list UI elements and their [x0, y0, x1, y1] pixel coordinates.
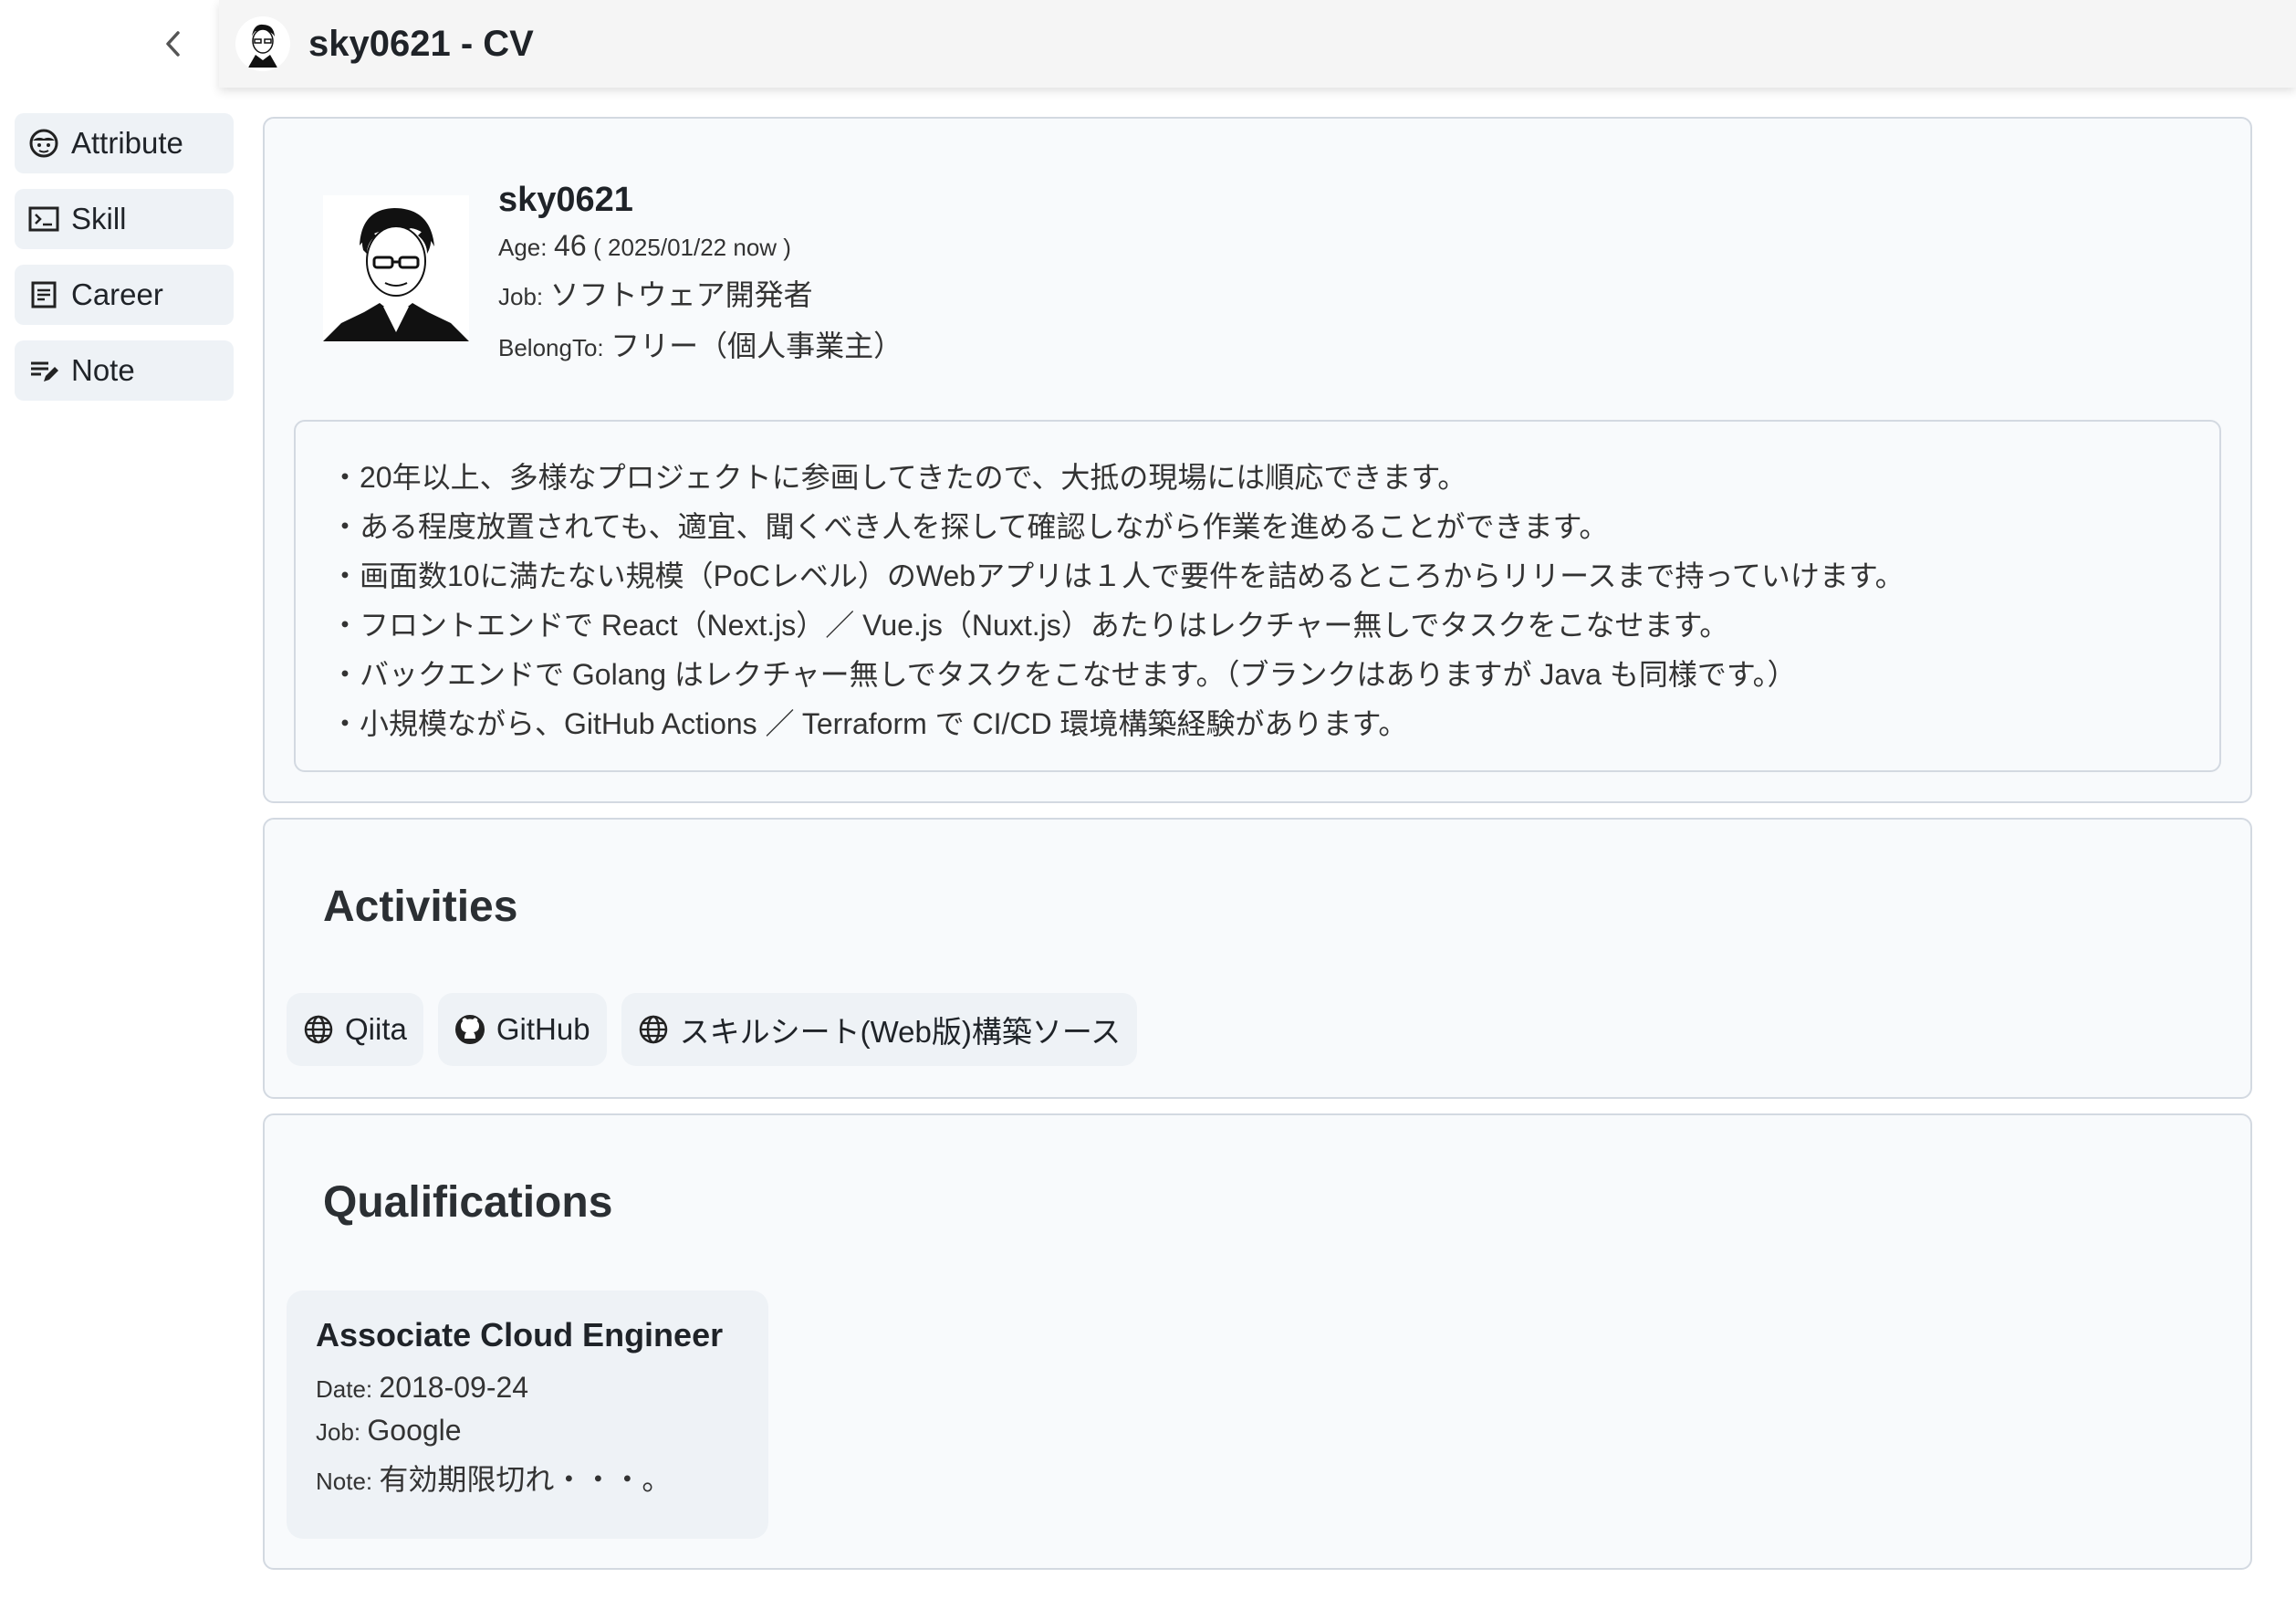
sidebar-item-label: Career: [71, 277, 163, 311]
qualification-note: Note: 有効期限切れ・・・。: [316, 1457, 739, 1499]
summary-box: ・20年以上、多様なプロジェクトに参画してきたので、大抵の現場には順応できます。…: [294, 420, 2221, 772]
link-label: Qiita: [345, 1012, 407, 1046]
summary-line: ・20年以上、多様なプロジェクトに参画してきたので、大抵の現場には順応できます。: [330, 461, 1467, 494]
activities-title: Activities: [323, 883, 518, 931]
sidebar-nav: Attribute Skill Career Note: [15, 113, 234, 416]
belong-value: フリー（個人事業主）: [611, 329, 903, 362]
profile-info: sky0621 Age: 46 ( 2025/01/22 now ) Job: …: [498, 181, 903, 374]
terminal-icon: [27, 203, 60, 235]
globe-icon: [638, 1013, 671, 1046]
qualification-date: Date: 2018-09-24: [316, 1371, 739, 1405]
qiita-link[interactable]: Qiita: [287, 993, 423, 1066]
belong-label: BelongTo:: [498, 334, 604, 361]
link-label: スキルシート(Web版)構築ソース: [679, 1015, 1122, 1049]
job-label: Job:: [316, 1418, 361, 1446]
sidebar-item-skill[interactable]: Skill: [15, 189, 234, 249]
edit-note-icon: [27, 354, 60, 387]
summary-line: ・バックエンドで Golang はレクチャー無しでタスクをこなせます。（ブランク…: [330, 658, 1797, 691]
sidebar-item-attribute[interactable]: Attribute: [15, 113, 234, 173]
qualification-job: Job: Google: [316, 1414, 739, 1447]
globe-icon: [303, 1013, 336, 1046]
job-value: Google: [367, 1414, 462, 1447]
link-label: GitHub: [496, 1012, 590, 1046]
qualification-item: Associate Cloud Engineer Date: 2018-09-2…: [287, 1291, 768, 1539]
date-value: 2018-09-24: [379, 1371, 529, 1404]
summary-line: ・フロントエンドで React（Next.js）／ Vue.js（Nuxt.js…: [330, 609, 1729, 642]
github-icon: [454, 1013, 487, 1046]
summary-line: ・小規模ながら、GitHub Actions ／ Terraform で CI/…: [330, 707, 1408, 740]
sidebar-item-note[interactable]: Note: [15, 340, 234, 401]
activities-card: Activities Qiita GitHub スキルシート(Web版)構築ソー…: [263, 818, 2252, 1099]
document-icon: [27, 278, 60, 311]
job-value: ソフトウェア開発者: [549, 278, 813, 311]
note-value: 有効期限切れ・・・。: [379, 1463, 672, 1496]
note-label: Note:: [316, 1468, 373, 1495]
sidebar-item-career[interactable]: Career: [15, 265, 234, 325]
activity-links: Qiita GitHub スキルシート(Web版)構築ソース: [287, 993, 1152, 1066]
profile-photo: [323, 195, 469, 341]
age-line: Age: 46 ( 2025/01/22 now ): [498, 229, 903, 263]
page-title: sky0621 - CV: [308, 23, 534, 64]
sidebar-item-label: Note: [71, 353, 135, 387]
app-header: sky0621 - CV: [219, 0, 2296, 88]
chevron-left-icon: [162, 29, 184, 63]
skillsheet-source-link[interactable]: スキルシート(Web版)構築ソース: [621, 993, 1138, 1066]
qualification-name: Associate Cloud Engineer: [316, 1316, 724, 1353]
date-label: Date:: [316, 1375, 373, 1403]
qualifications-title: Qualifications: [323, 1178, 613, 1227]
summary-line: ・ある程度放置されても、適宜、聞くべき人を探して確認しながら作業を進めることがで…: [330, 510, 1609, 543]
belong-line: BelongTo: フリー（個人事業主）: [498, 323, 903, 365]
profile-name: sky0621: [498, 181, 633, 219]
job-line: Job: ソフトウェア開発者: [498, 272, 903, 314]
summary-line: ・画面数10に満たない規模（PoCレベル）のWebアプリは１人で要件を詰めるとこ…: [330, 559, 1905, 592]
profile-card: sky0621 Age: 46 ( 2025/01/22 now ) Job: …: [263, 117, 2252, 803]
age-note: ( 2025/01/22 now ): [593, 234, 791, 261]
github-link[interactable]: GitHub: [437, 993, 607, 1066]
qualifications-card: Qualifications Associate Cloud Engineer …: [263, 1113, 2252, 1570]
age-value: 46: [554, 229, 587, 262]
job-label: Job:: [498, 283, 544, 310]
sidebar-item-label: Attribute: [71, 126, 183, 160]
face-icon: [27, 127, 60, 160]
collapse-sidebar-button[interactable]: [155, 27, 192, 64]
age-label: Age:: [498, 234, 548, 261]
avatar[interactable]: [235, 16, 290, 71]
sidebar-item-label: Skill: [71, 202, 127, 235]
